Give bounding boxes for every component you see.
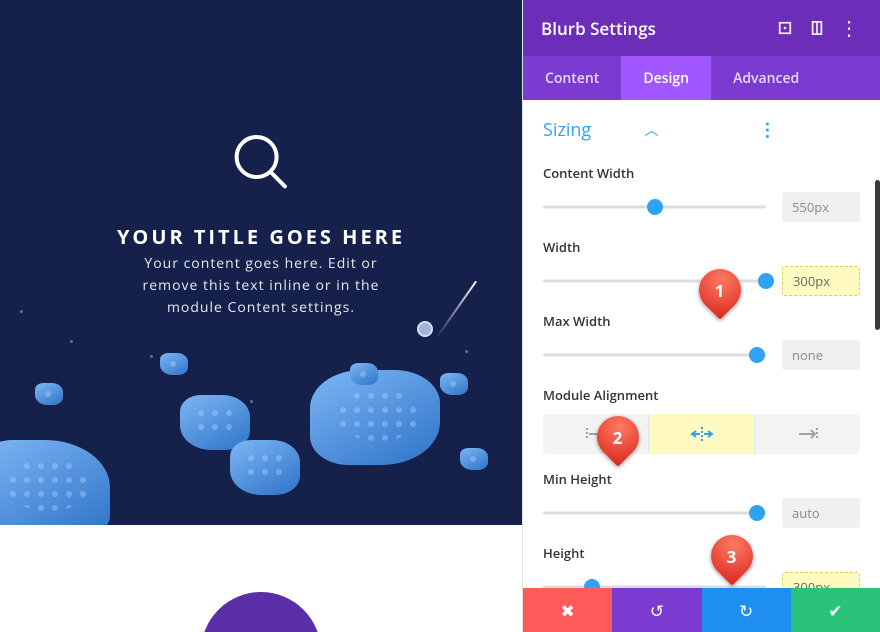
min-height-slider[interactable] bbox=[543, 503, 766, 523]
star-graphic bbox=[465, 350, 468, 353]
content-width-value[interactable]: 550px bbox=[782, 192, 860, 222]
section-header[interactable]: Sizing ︿ ⋮ bbox=[543, 118, 860, 148]
width-value[interactable]: 300px bbox=[782, 266, 860, 296]
slider-thumb[interactable] bbox=[758, 273, 774, 289]
slider-thumb[interactable] bbox=[647, 199, 663, 215]
field-label: Content Width bbox=[543, 164, 860, 182]
height-slider[interactable] bbox=[543, 577, 766, 588]
max-width-value[interactable]: none bbox=[782, 340, 860, 370]
star-graphic bbox=[20, 310, 23, 313]
height-value[interactable]: 300px bbox=[782, 572, 860, 588]
responsive-icon[interactable] bbox=[804, 15, 830, 41]
slider-thumb[interactable] bbox=[749, 505, 765, 521]
settings-panel: Blurb Settings ⋮ Content Design Advanced… bbox=[522, 0, 880, 632]
decorative-circle bbox=[201, 592, 321, 632]
chevron-up-icon[interactable]: ︿ bbox=[645, 120, 747, 140]
tab-advanced[interactable]: Advanced bbox=[711, 56, 821, 100]
star-graphic bbox=[150, 355, 153, 358]
field-min-height: Min Height auto bbox=[543, 470, 860, 528]
field-label: Module Alignment bbox=[543, 386, 860, 404]
panel-header: Blurb Settings ⋮ bbox=[523, 0, 880, 56]
field-label: Width bbox=[543, 238, 860, 256]
blurb-title[interactable]: YOUR TITLE GOES HERE bbox=[0, 223, 522, 250]
save-button[interactable]: ✔ bbox=[791, 588, 880, 632]
page-preview: YOUR TITLE GOES HERE Your content goes h… bbox=[0, 0, 522, 632]
field-alignment: Module Alignment bbox=[543, 386, 860, 454]
alignment-segment bbox=[543, 414, 860, 454]
tab-content[interactable]: Content bbox=[523, 56, 621, 100]
field-label: Min Height bbox=[543, 470, 860, 488]
undo-button[interactable]: ↺ bbox=[612, 588, 701, 632]
panel-footer: ✖ ↺ ↻ ✔ bbox=[523, 588, 880, 632]
expand-icon[interactable] bbox=[772, 15, 798, 41]
field-label: Height bbox=[543, 544, 860, 562]
asteroid-graphic bbox=[230, 440, 300, 495]
blurb-body[interactable]: Your content goes here. Edit or remove t… bbox=[0, 253, 522, 319]
asteroid-graphic bbox=[440, 373, 468, 395]
align-center-button[interactable] bbox=[648, 414, 754, 454]
min-height-value[interactable]: auto bbox=[782, 498, 860, 528]
asteroid-graphic bbox=[310, 370, 440, 465]
align-left-button[interactable] bbox=[543, 414, 648, 454]
section-title: Sizing bbox=[543, 118, 645, 142]
app-root: YOUR TITLE GOES HERE Your content goes h… bbox=[0, 0, 880, 632]
redo-button[interactable]: ↻ bbox=[702, 588, 791, 632]
content-width-slider[interactable] bbox=[543, 197, 766, 217]
kebab-menu-icon[interactable]: ⋮ bbox=[758, 118, 860, 142]
settings-tabs: Content Design Advanced bbox=[523, 56, 880, 100]
max-width-slider[interactable] bbox=[543, 345, 766, 365]
star-graphic bbox=[70, 340, 73, 343]
search-icon bbox=[235, 135, 279, 179]
field-label: Max Width bbox=[543, 312, 860, 330]
panel-title: Blurb Settings bbox=[541, 17, 772, 40]
asteroid-graphic bbox=[460, 448, 488, 470]
slider-thumb[interactable] bbox=[749, 347, 765, 363]
asteroid-graphic bbox=[350, 363, 378, 385]
field-width: Width 300px bbox=[543, 238, 860, 296]
width-slider[interactable] bbox=[543, 271, 766, 291]
asteroid-graphic bbox=[0, 440, 110, 525]
kebab-menu-icon[interactable]: ⋮ bbox=[836, 15, 862, 41]
field-max-width: Max Width none bbox=[543, 312, 860, 370]
hero-section: YOUR TITLE GOES HERE Your content goes h… bbox=[0, 0, 522, 525]
field-height: Height 300px bbox=[543, 544, 860, 588]
scrollbar[interactable] bbox=[875, 180, 880, 330]
asteroid-graphic bbox=[35, 383, 63, 405]
slider-thumb[interactable] bbox=[584, 579, 600, 588]
cancel-button[interactable]: ✖ bbox=[523, 588, 612, 632]
field-content-width: Content Width 550px bbox=[543, 164, 860, 222]
tab-design[interactable]: Design bbox=[621, 56, 711, 100]
panel-body: Sizing ︿ ⋮ Content Width 550px Width bbox=[523, 100, 880, 588]
star-graphic bbox=[250, 400, 253, 403]
asteroid-graphic bbox=[160, 353, 188, 375]
align-right-button[interactable] bbox=[754, 414, 860, 454]
